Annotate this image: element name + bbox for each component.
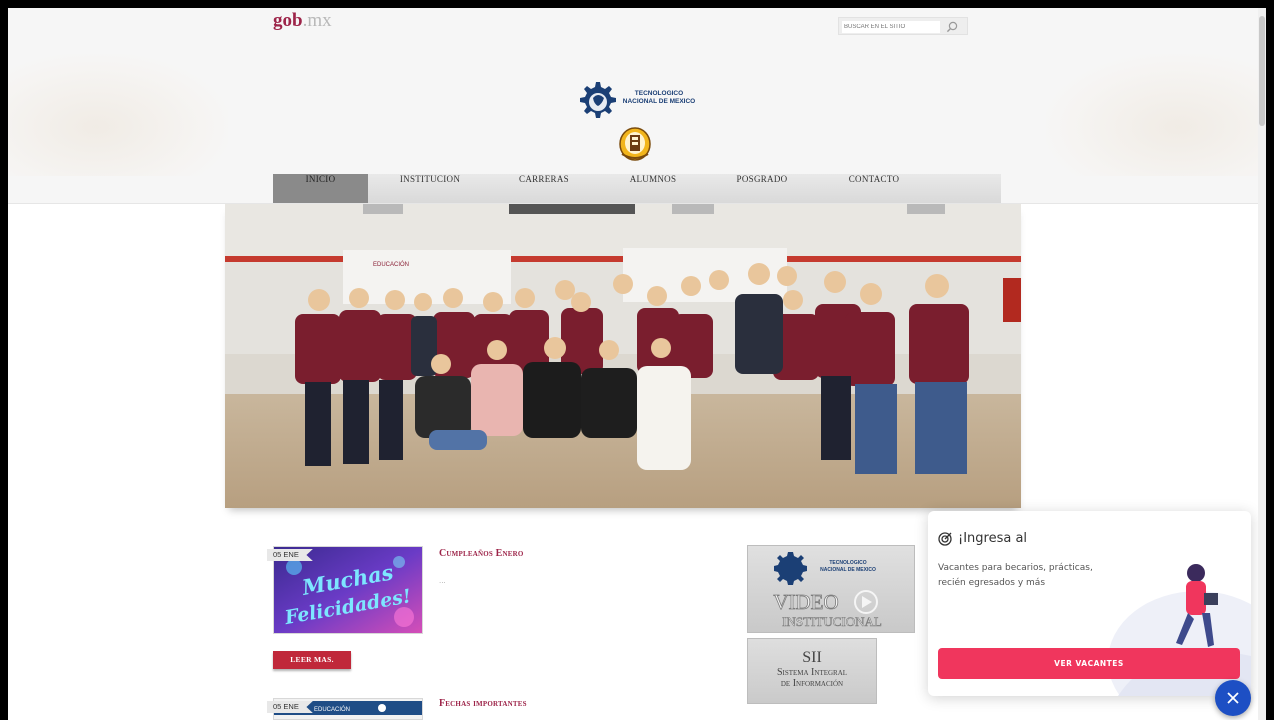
jobs-popup: ¡Ingresa al Vacantes para becarios, prác… — [928, 511, 1251, 696]
nav-inicio[interactable]: INICIO — [273, 174, 368, 203]
browser-viewport: gob.mx TECNOLOGICO NACIONAL DE MEXICO — [8, 8, 1266, 720]
sii-line2: de Información — [780, 678, 844, 689]
gob-mx-logo[interactable]: gob.mx — [273, 10, 332, 32]
tecnm-gear-icon — [580, 82, 616, 118]
page-scrollbar[interactable] — [1258, 8, 1266, 720]
scrollbar-thumb[interactable] — [1259, 16, 1265, 126]
close-popup-button[interactable] — [1215, 680, 1251, 716]
gob-logo-suffix: .mx — [302, 10, 332, 31]
nav-contacto[interactable]: CONTACTO — [829, 174, 919, 203]
sii-banner[interactable]: SII Sistema Integral de Información — [747, 638, 877, 704]
header-ornament-right — [1046, 54, 1266, 176]
video-institucional-banner[interactable]: TECNOLOGICO NACIONAL DE MEXICO VIDEO INS… — [747, 545, 915, 633]
target-icon — [938, 532, 952, 546]
news-date-2: 05 ENE — [267, 701, 313, 713]
nav-posgrado[interactable]: POSGRADO — [717, 174, 807, 203]
video-logo-line2: NACIONAL DE MEXICO — [820, 567, 876, 573]
hero-banner-text: EDUCACIÓN — [373, 261, 409, 268]
nav-alumnos[interactable]: ALUMNOS — [608, 174, 698, 203]
ver-vacantes-button[interactable]: VER VACANTES — [938, 648, 1240, 679]
read-more-button[interactable]: LEER MAS. — [273, 651, 351, 669]
video-subtitle: INSTITUCIONAL — [782, 614, 882, 629]
video-logo-line1: TECNOLOGICO — [829, 560, 866, 566]
header-ornament-left — [8, 54, 228, 176]
sii-line1: Sistema Integral — [776, 667, 848, 678]
news-title-1[interactable]: Cumpleaños Enero — [439, 548, 524, 559]
tecnm-wordmark: TECNOLOGICO NACIONAL DE MEXICO — [618, 90, 700, 106]
hero-group-photo[interactable]: EDUCACIÓN — [225, 204, 1021, 508]
site-header: gob.mx TECNOLOGICO NACIONAL DE MEXICO — [8, 8, 1266, 204]
dates-image-text: EDUCACIÓN — [314, 706, 350, 713]
search-icon[interactable] — [945, 20, 959, 34]
sii-title: SII — [802, 649, 822, 666]
gob-logo-main: gob — [273, 10, 303, 31]
tecnm-logo[interactable]: TECNOLOGICO NACIONAL DE MEXICO — [576, 72, 706, 128]
campus-seal-icon — [619, 127, 651, 161]
news-excerpt-1: ... — [439, 576, 446, 585]
nav-institucion[interactable]: INSTITUCION — [383, 174, 477, 203]
hero-photo-illustration: EDUCACIÓN — [225, 204, 1021, 508]
site-search — [838, 17, 968, 35]
search-input[interactable] — [842, 21, 940, 33]
news-title-2[interactable]: Fechas importantes — [439, 698, 527, 709]
news-date-1: 05 ENE — [267, 549, 313, 561]
popup-title: ¡Ingresa al — [958, 531, 1028, 546]
tecnm-line2: NACIONAL DE MEXICO — [622, 98, 696, 105]
tecnm-line1: TECNOLOGICO — [634, 90, 684, 97]
nav-carreras[interactable]: CARRERAS — [499, 174, 589, 203]
video-banner-art: TECNOLOGICO NACIONAL DE MEXICO VIDEO INS… — [773, 552, 882, 629]
video-title: VIDEO — [773, 590, 838, 614]
popup-description: Vacantes para becarios, prácticas, recié… — [938, 563, 1093, 588]
close-icon — [1227, 692, 1239, 704]
main-nav: INICIO INSTITUCION CARRERAS ALUMNOS POSG… — [273, 174, 1001, 203]
